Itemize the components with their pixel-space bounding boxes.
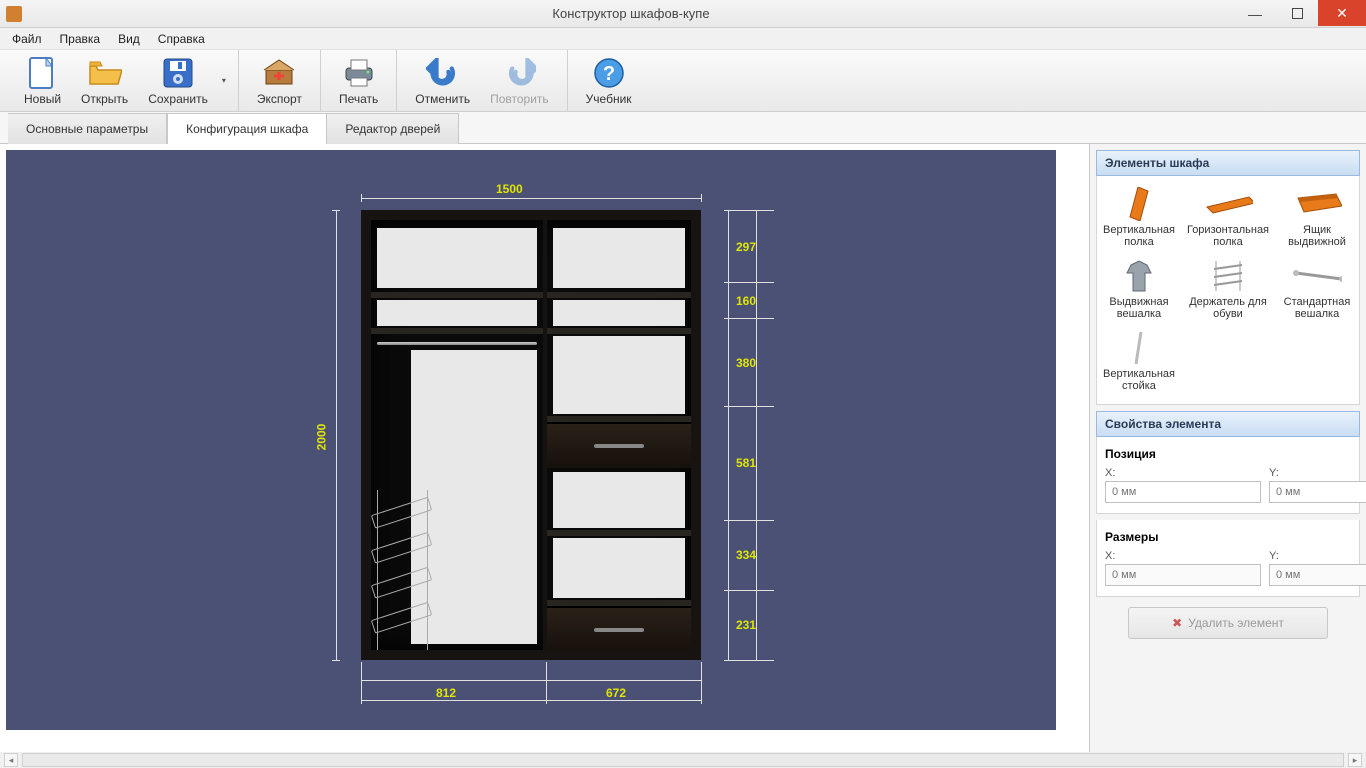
dim-r1: 297: [736, 240, 756, 254]
new-icon: [26, 56, 60, 90]
shoe-rack-icon: [1203, 260, 1253, 292]
el-drawer[interactable]: Ящик выдвижной: [1275, 184, 1359, 252]
export-label: Экспорт: [257, 92, 302, 106]
dim-r2: 160: [736, 294, 756, 308]
delete-element-button[interactable]: ✖ Удалить элемент: [1128, 607, 1328, 639]
new-label: Новый: [24, 92, 61, 106]
save-label: Сохранить: [148, 92, 208, 106]
print-label: Печать: [339, 92, 378, 106]
save-icon: [161, 56, 195, 90]
drawer[interactable]: [547, 606, 691, 650]
drawer[interactable]: [547, 422, 691, 468]
el-standard-hanger[interactable]: Стандартная вешалка: [1275, 256, 1359, 324]
vertical-post-icon: [1114, 332, 1164, 364]
undo-icon: [426, 56, 460, 90]
dim-r5: 334: [736, 548, 756, 562]
menubar: Файл Правка Вид Справка: [0, 28, 1366, 50]
delete-icon: ✖: [1172, 616, 1182, 630]
svg-text:?: ?: [603, 63, 615, 85]
right-panel: Элементы шкафа Вертикальная полка Горизо…: [1090, 144, 1366, 752]
tab-config[interactable]: Конфигурация шкафа: [167, 113, 327, 144]
dim-r6: 231: [736, 618, 756, 632]
new-button[interactable]: Новый: [14, 52, 71, 110]
redo-label: Повторить: [490, 92, 549, 106]
shirt-icon: [1114, 260, 1164, 292]
app-title: Конструктор шкафов-купе: [28, 6, 1234, 21]
wardrobe[interactable]: [361, 210, 701, 660]
dim-width: 1500: [496, 182, 523, 196]
canvas-viewport[interactable]: 1500 2000: [0, 144, 1090, 752]
window-buttons: — ✕: [1234, 2, 1366, 26]
workspace: 1500 2000: [0, 144, 1366, 752]
wardrobe-section-right[interactable]: [547, 220, 691, 650]
open-button[interactable]: Открыть: [71, 52, 138, 110]
properties-panel-header: Свойства элемента: [1096, 411, 1360, 437]
save-dropdown-icon[interactable]: ▾: [218, 76, 230, 85]
save-button[interactable]: Сохранить: [138, 52, 218, 110]
scroll-right-icon[interactable]: ▸: [1348, 753, 1362, 767]
titlebar: Конструктор шкафов-купе — ✕: [0, 0, 1366, 28]
dim-bottom-right: 672: [606, 686, 626, 700]
undo-button[interactable]: Отменить: [405, 52, 480, 110]
menu-view[interactable]: Вид: [110, 30, 148, 48]
open-label: Открыть: [81, 92, 128, 106]
size-x-label: X:: [1105, 550, 1261, 562]
print-icon: [342, 56, 376, 90]
export-button[interactable]: Экспорт: [247, 52, 312, 110]
dim-bottom-left: 812: [436, 686, 456, 700]
elements-panel-header: Элементы шкафа: [1096, 150, 1360, 176]
horizontal-shelf-icon: [1203, 188, 1253, 220]
dim-r4: 581: [736, 456, 756, 470]
position-x-label: X:: [1105, 467, 1261, 479]
print-button[interactable]: Печать: [329, 52, 388, 110]
size-y-label: Y:: [1269, 550, 1366, 562]
export-icon: [262, 56, 296, 90]
size-group: Размеры X: Y:: [1096, 520, 1360, 597]
dim-height: 2000: [314, 424, 328, 451]
vertical-shelf-icon: [1114, 188, 1164, 220]
elements-palette: Вертикальная полка Горизонтальная полка …: [1096, 176, 1360, 405]
tutorial-button[interactable]: ? Учебник: [576, 52, 642, 110]
tabs: Основные параметры Конфигурация шкафа Ре…: [0, 112, 1366, 144]
menu-file[interactable]: Файл: [4, 30, 50, 48]
scrollbar-track[interactable]: [22, 753, 1344, 767]
tutorial-label: Учебник: [586, 92, 632, 106]
toolbar: Новый Открыть Сохранить ▾ Экспорт Печать…: [0, 50, 1366, 112]
minimize-button[interactable]: —: [1234, 2, 1276, 26]
horizontal-scrollbar[interactable]: ◂ ▸: [0, 752, 1366, 768]
size-y-input[interactable]: [1269, 564, 1366, 586]
close-button[interactable]: ✕: [1318, 0, 1366, 26]
position-x-input[interactable]: [1105, 481, 1261, 503]
drawer-icon: [1292, 188, 1342, 220]
el-shoe-holder[interactable]: Держатель для обуви: [1185, 256, 1271, 324]
tab-doors[interactable]: Редактор дверей: [327, 113, 459, 144]
shoe-holder[interactable]: [373, 500, 433, 650]
open-folder-icon: [88, 56, 122, 90]
position-y-input[interactable]: [1269, 481, 1366, 503]
position-group: Позиция X: Y:: [1096, 437, 1360, 514]
redo-button[interactable]: Повторить: [480, 52, 559, 110]
el-horizontal-shelf[interactable]: Горизонтальная полка: [1185, 184, 1271, 252]
dim-r3: 380: [736, 356, 756, 370]
help-icon: ?: [592, 56, 626, 90]
rod-icon: [1292, 260, 1342, 292]
scroll-left-icon[interactable]: ◂: [4, 753, 18, 767]
menu-help[interactable]: Справка: [150, 30, 213, 48]
delete-label: Удалить элемент: [1188, 616, 1284, 630]
position-label: Позиция: [1105, 447, 1351, 461]
wardrobe-section-left[interactable]: [371, 220, 547, 650]
menu-edit[interactable]: Правка: [52, 30, 109, 48]
tab-basic-params[interactable]: Основные параметры: [8, 113, 167, 144]
el-pullout-hanger[interactable]: Выдвижная вешалка: [1097, 256, 1181, 324]
undo-label: Отменить: [415, 92, 470, 106]
position-y-label: Y:: [1269, 467, 1366, 479]
canvas[interactable]: 1500 2000: [6, 150, 1056, 730]
el-vertical-post[interactable]: Вертикальная стойка: [1097, 328, 1181, 396]
redo-icon: [502, 56, 536, 90]
size-label: Размеры: [1105, 530, 1351, 544]
el-vertical-shelf[interactable]: Вертикальная полка: [1097, 184, 1181, 252]
app-icon: [6, 6, 22, 22]
size-x-input[interactable]: [1105, 564, 1261, 586]
maximize-button[interactable]: [1276, 2, 1318, 26]
